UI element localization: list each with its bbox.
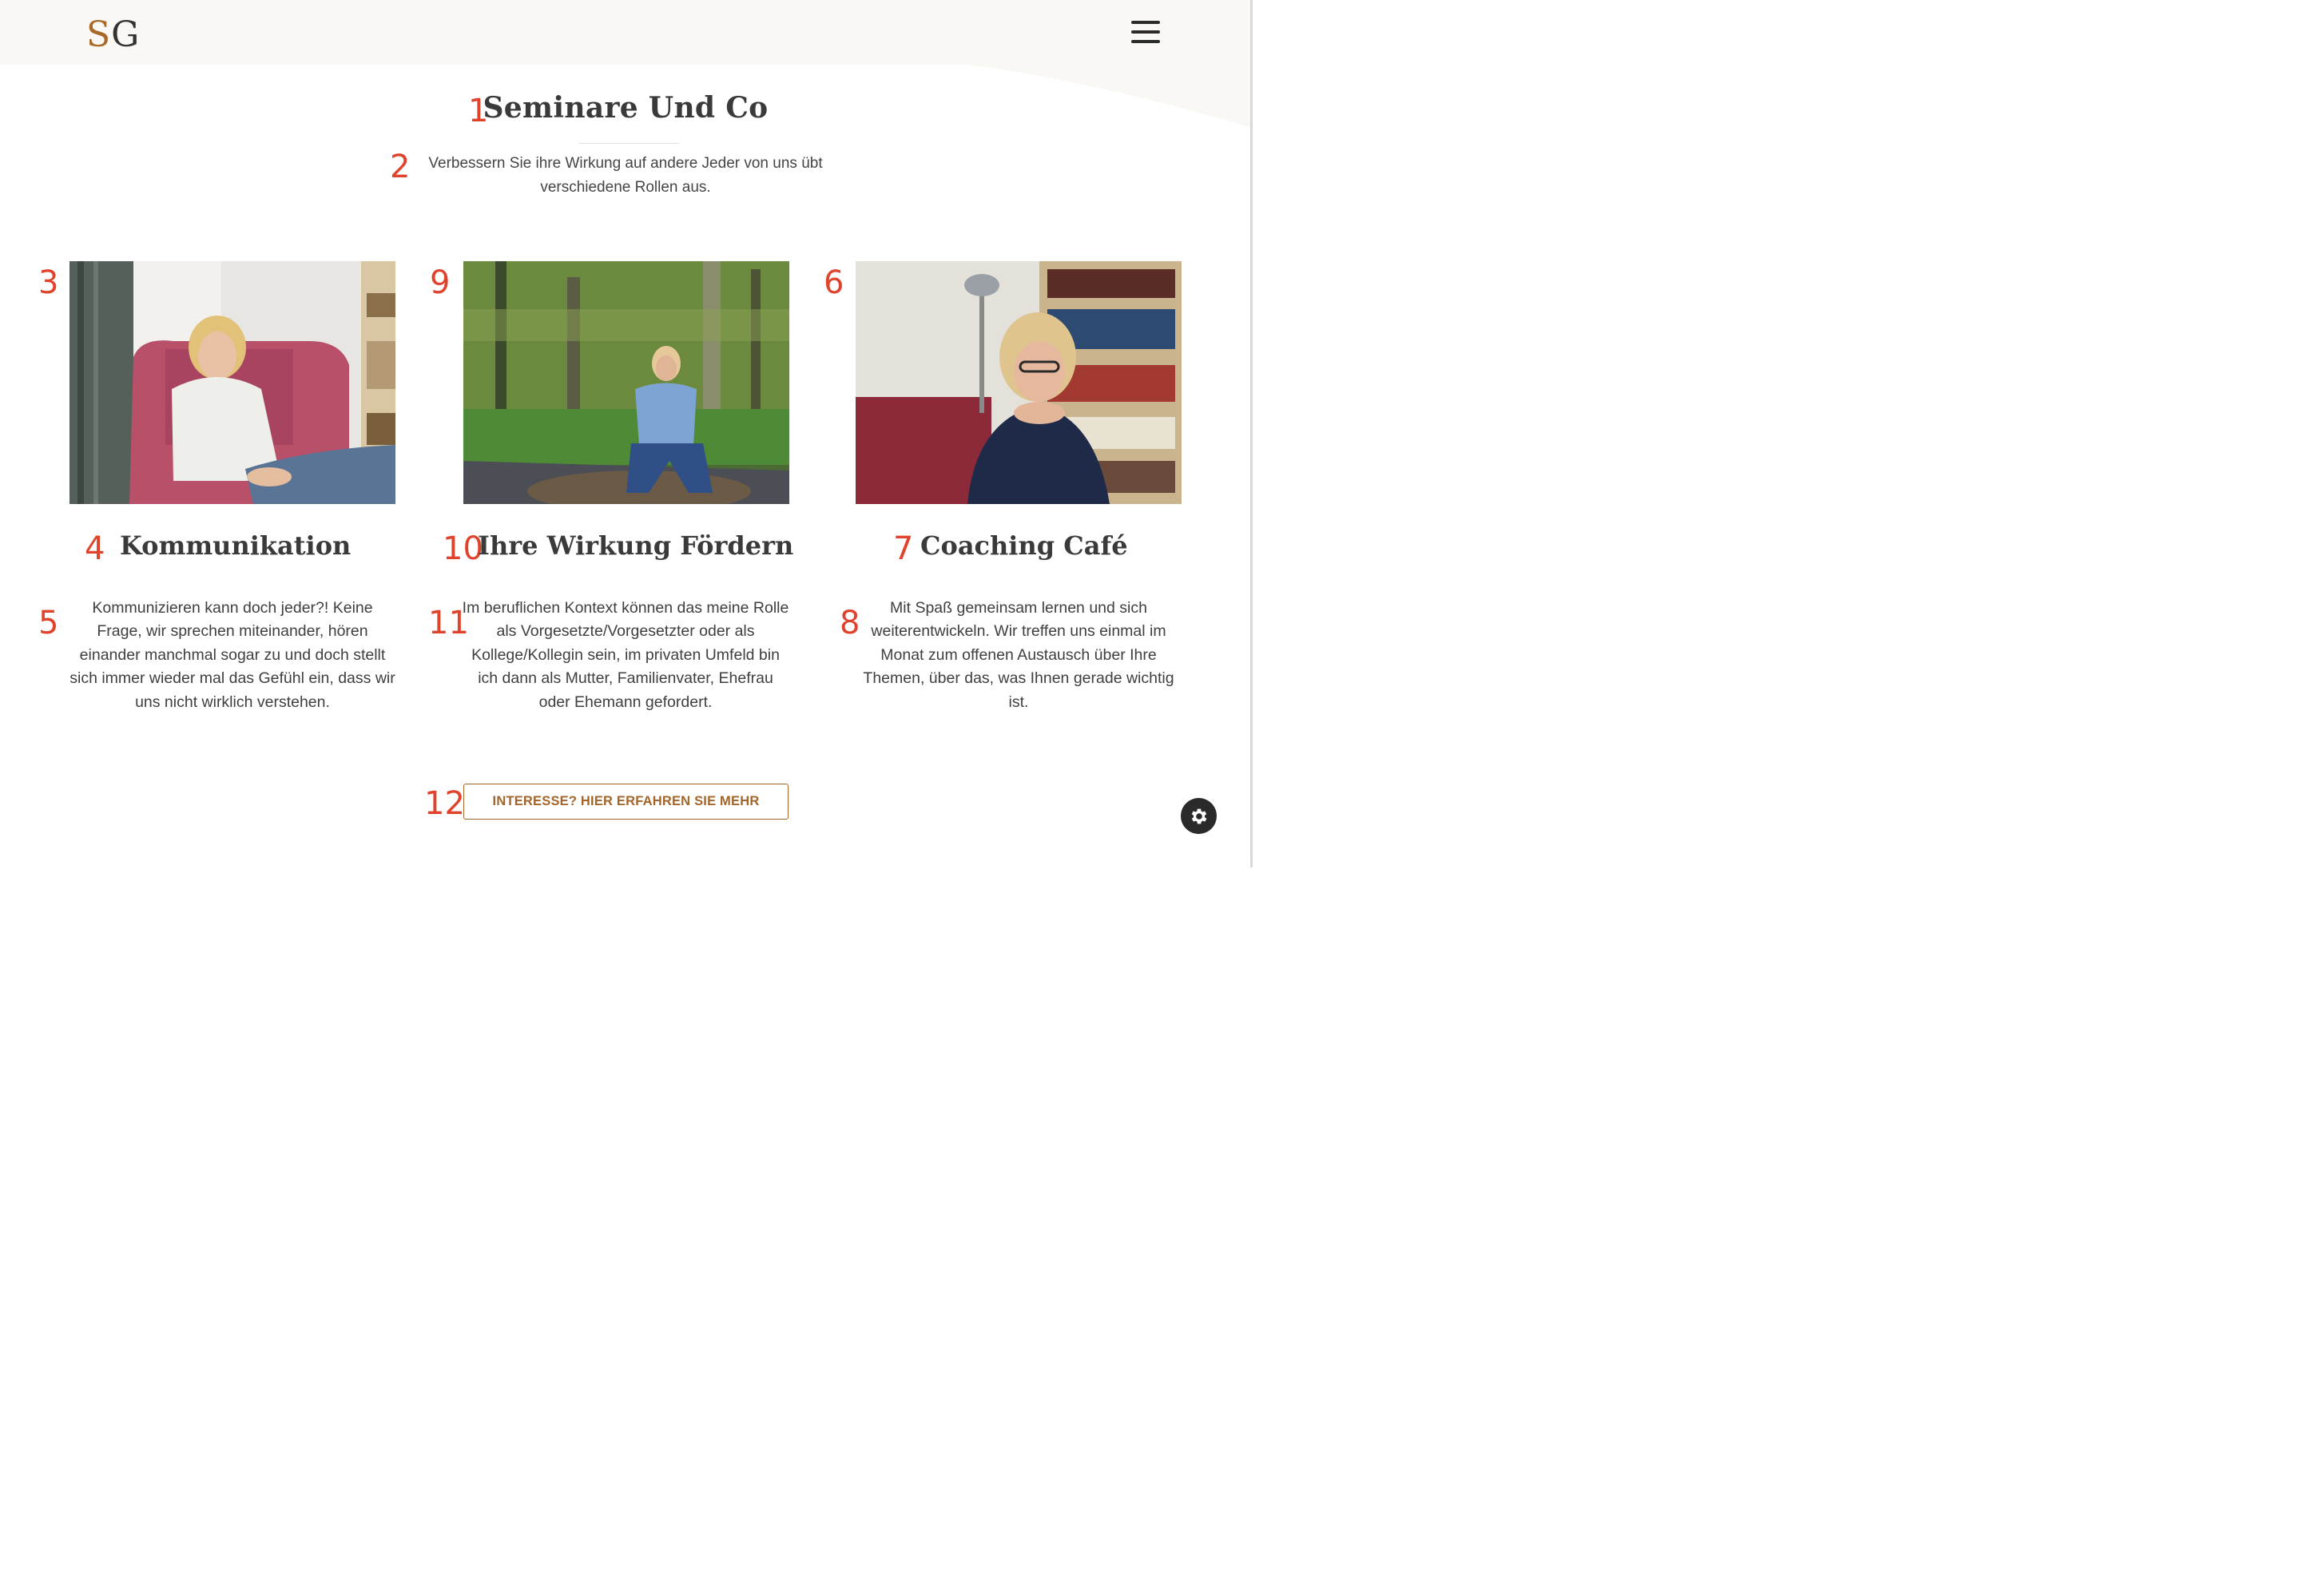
- logo-letter-s: S: [86, 14, 112, 55]
- card-text-kommunikation: Kommunizieren kann doch jeder?! Keine Fr…: [70, 599, 395, 711]
- annotation-marker-7: 7: [893, 530, 914, 567]
- annotation-marker-12: 12: [424, 785, 465, 822]
- hamburger-bar: [1131, 40, 1160, 43]
- hamburger-bar: [1131, 21, 1160, 24]
- card-image-wirkung[interactable]: [463, 261, 789, 504]
- card-title-coaching: Coaching Café: [920, 530, 1128, 561]
- gear-icon[interactable]: [1181, 798, 1217, 834]
- section-subtitle: Verbessern Sie ihre Wirkung auf andere J…: [428, 155, 823, 196]
- title-divider: [578, 143, 679, 144]
- card-text-wirkung: Im beruflichen Kontext können das meine …: [462, 599, 789, 711]
- annotation-marker-4: 4: [85, 530, 105, 567]
- annotation-marker-5: 5: [38, 605, 59, 641]
- photo-woman-with-glasses-bookshelf: [856, 261, 1182, 504]
- photo-woman-sitting-on-rock-outdoors: [463, 261, 789, 504]
- section-title: Seminare Und Co: [483, 91, 769, 125]
- annotation-marker-2: 2: [390, 149, 411, 185]
- hamburger-menu-icon[interactable]: [1131, 21, 1162, 48]
- annotation-marker-3: 3: [38, 264, 59, 301]
- photo-woman-in-red-armchair: [70, 261, 395, 504]
- card-image-kommunikation[interactable]: [70, 261, 395, 504]
- card-text-coaching: Mit Spaß gemeinsam lernen und sich weite…: [863, 599, 1174, 711]
- card-title-kommunikation: Kommunikation: [120, 530, 352, 561]
- annotation-marker-6: 6: [824, 264, 844, 301]
- logo-letter-g: G: [111, 14, 141, 55]
- interest-learn-more-button[interactable]: INTERESSE? HIER ERFAHREN SIE MEHR: [463, 784, 789, 820]
- card-title-wirkung: Ihre Wirkung Fördern: [478, 530, 794, 561]
- site-logo[interactable]: SG: [86, 14, 140, 56]
- gear-glyph: [1191, 808, 1206, 824]
- annotation-marker-9: 9: [430, 264, 451, 301]
- scrollbar[interactable]: [1250, 0, 1253, 867]
- hamburger-bar: [1131, 30, 1160, 34]
- card-image-coaching[interactable]: [856, 261, 1182, 504]
